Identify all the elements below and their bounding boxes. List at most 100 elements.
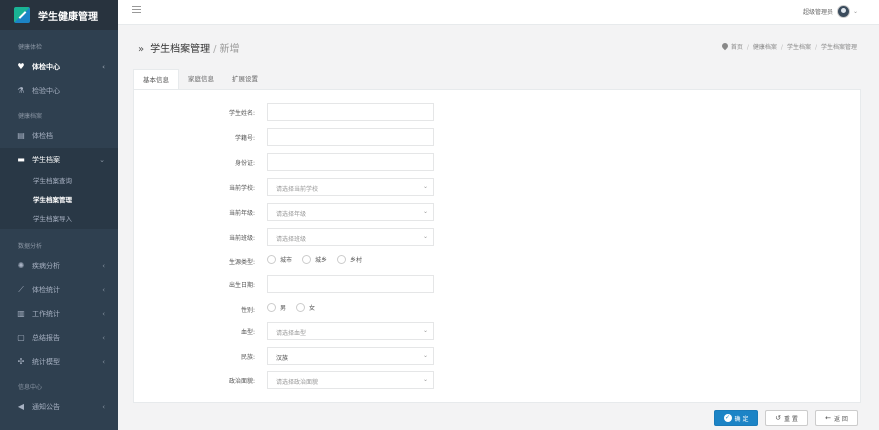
chevron-left-icon: ‹	[102, 63, 105, 71]
report-icon: ▢	[17, 333, 25, 342]
reset-button[interactable]: ↺ 重 置	[765, 410, 808, 426]
politics-label: 政治面貌:	[228, 378, 255, 385]
double-chevron-icon: »	[138, 44, 145, 55]
origin-radio-urban-rural[interactable]: 城乡	[302, 255, 327, 264]
row-id-card: 身份证:	[134, 153, 860, 171]
brand: 学生健康管理	[0, 0, 118, 30]
confirm-button[interactable]: ✓ 确 定	[714, 410, 758, 426]
avatar[interactable]	[836, 5, 850, 18]
gender-radio-female[interactable]: 女	[296, 303, 315, 312]
origin-radio-rural[interactable]: 乡村	[337, 255, 362, 264]
chevron-down-icon: ⌄	[99, 156, 105, 164]
sidebar-item-check-center[interactable]: ♥ 体检中心 ‹	[0, 55, 118, 79]
page-header: » 学生档案管理 / 新增 首页 / 健康档案 / 学生档案 / 学生档案管理	[118, 25, 879, 69]
sidebar-item-label: 检验中心	[32, 87, 60, 95]
breadcrumb-health-records[interactable]: 健康档案	[753, 44, 777, 51]
app-title: 学生健康管理	[38, 11, 98, 23]
sidebar-item-label: 疾病分析	[32, 262, 60, 270]
origin-radio-city[interactable]: 城市	[267, 255, 292, 264]
page-title-sub: 新增	[219, 44, 240, 55]
chevron-down-icon: ⌄	[422, 376, 428, 383]
bar-chart-icon: ▥	[17, 309, 25, 318]
sidebar-subitem-import[interactable]: 学生档案导入	[0, 210, 118, 229]
chevron-left-icon: ‹	[102, 286, 105, 294]
breadcrumb-home[interactable]: 首页	[731, 44, 743, 51]
row-student-id: 学籍号:	[134, 128, 860, 146]
gender-radio-group: 男 女	[267, 303, 325, 312]
app-logo-icon	[14, 7, 30, 23]
student-name-input[interactable]	[267, 103, 434, 121]
sidebar-item-student-records[interactable]: ▬ 学生档案 ⌄	[0, 148, 118, 172]
sidebar-item-lab-center[interactable]: ⚗ 检验中心	[0, 79, 118, 103]
form-tabs: 基本信息 家庭信息 扩展设置	[133, 69, 267, 89]
blood-type-label: 血型:	[240, 329, 255, 336]
page-title-main: 学生档案管理	[150, 44, 211, 55]
sidebar-item-check-stats[interactable]: ⟋ 体检统计 ‹	[0, 278, 118, 302]
submenu-student-records: 学生档案查询 学生档案管理 学生档案导入	[0, 172, 118, 229]
breadcrumb-current: 学生档案管理	[820, 44, 857, 51]
sidebar-item-label: 学生档案	[32, 156, 60, 164]
nav-section-health-records: 健康档案	[18, 113, 43, 120]
ethnicity-select[interactable]: 汉族 ⌄	[267, 347, 434, 365]
sidebar-item-label: 总结报告	[32, 334, 60, 342]
chevron-left-icon: ‹	[102, 334, 105, 342]
gender-radio-male[interactable]: 男	[267, 303, 286, 312]
grade-label: 当前年级:	[228, 210, 255, 217]
tab-extended-settings[interactable]: 扩展设置	[223, 69, 267, 89]
sidebar-item-label: 统计模型	[32, 358, 60, 366]
breadcrumb: 首页 / 健康档案 / 学生档案 / 学生档案管理	[720, 41, 857, 51]
politics-select[interactable]: 请选择政治面貌 ⌄	[267, 371, 434, 389]
school-select[interactable]: 请选择当前学校 ⌄	[267, 178, 434, 196]
breadcrumb-student-records[interactable]: 学生档案	[787, 44, 811, 51]
sidebar-item-stat-model[interactable]: ✣ 统计模型 ‹	[0, 350, 118, 374]
user-name: 超级管理员	[802, 9, 833, 16]
model-icon: ✣	[17, 357, 25, 366]
row-ethnicity: 民族: 汉族 ⌄	[134, 347, 860, 365]
sidebar-item-work-stats[interactable]: ▥ 工作统计 ‹	[0, 302, 118, 326]
sidebar-item-label: 体检统计	[32, 286, 60, 294]
row-class: 当前班级: 请选择班级 ⌄	[134, 228, 860, 246]
student-id-label: 学籍号:	[234, 135, 255, 142]
tab-family-info[interactable]: 家庭信息	[179, 69, 223, 89]
row-blood-type: 血型: 请选择血型 ⌄	[134, 322, 860, 340]
sidebar-item-disease-analysis[interactable]: ✺ 疾病分析 ‹	[0, 254, 118, 278]
birthdate-label: 出生日期:	[228, 282, 255, 289]
id-card-label: 身份证:	[234, 160, 255, 167]
menu-toggle-icon[interactable]	[132, 6, 141, 13]
flask-icon: ⚗	[17, 86, 25, 95]
sidebar-item-label: 体检中心	[32, 63, 60, 71]
tab-basic-info[interactable]: 基本信息	[133, 69, 179, 89]
check-circle-icon: ✓	[723, 414, 732, 422]
origin-label: 生源类型:	[228, 259, 255, 266]
row-origin: 生源类型: 城市 城乡 乡村	[134, 252, 860, 270]
sidebar-subitem-query[interactable]: 学生档案查询	[0, 172, 118, 191]
nav-section-info-center: 信息中心	[18, 384, 43, 391]
chevron-down-icon: ⌄	[422, 327, 428, 334]
chevron-left-icon: ‹	[102, 358, 105, 366]
row-school: 当前学校: 请选择当前学校 ⌄	[134, 178, 860, 196]
class-select[interactable]: 请选择班级 ⌄	[267, 228, 434, 246]
folder-icon: ▬	[17, 155, 25, 164]
grade-select[interactable]: 请选择年级 ⌄	[267, 203, 434, 221]
student-id-input[interactable]	[267, 128, 434, 146]
birthdate-input[interactable]	[267, 275, 434, 293]
user-menu[interactable]: 超级管理员 ⌄	[803, 5, 858, 18]
sidebar-subitem-manage[interactable]: 学生档案管理	[0, 191, 118, 210]
form-actions: ✓ 确 定 ↺ 重 置 ← 返 回	[0, 410, 879, 428]
heart-icon: ♥	[17, 62, 25, 71]
nav-section-health-check: 健康体检	[18, 44, 43, 51]
virus-icon: ✺	[17, 261, 25, 270]
location-pin-icon	[720, 41, 730, 51]
ethnicity-label: 民族:	[240, 354, 255, 361]
back-button[interactable]: ← 返 回	[815, 410, 858, 426]
arrow-left-icon: ←	[825, 414, 831, 422]
document-icon: ▤	[17, 131, 25, 140]
row-birthdate: 出生日期:	[134, 275, 860, 293]
id-card-input[interactable]	[267, 153, 434, 171]
form-panel: 学生姓名: 学籍号: 身份证: 当前学校: 请选择当前学校 ⌄ 当前年级: 请选择…	[133, 89, 861, 403]
sidebar-item-check-records[interactable]: ▤ 体检档	[0, 124, 118, 148]
blood-type-select[interactable]: 请选择血型 ⌄	[267, 322, 434, 340]
row-politics: 政治面貌: 请选择政治面貌 ⌄	[134, 371, 860, 389]
chevron-down-icon: ⌄	[422, 233, 428, 240]
sidebar-item-summary-report[interactable]: ▢ 总结报告 ‹	[0, 326, 118, 350]
